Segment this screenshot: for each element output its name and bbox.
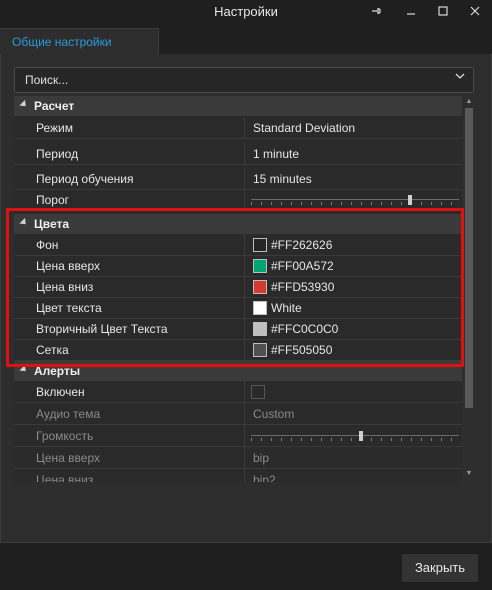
search-placeholder: Поиск... [25,73,69,87]
maximize-icon[interactable] [426,0,460,22]
property-name: Громкость [36,429,94,443]
property-name: Сетка [36,343,69,357]
property-value[interactable]: #FF00A572 [244,255,463,276]
value-text: bip [253,451,270,465]
category-calc[interactable]: Расчет [14,96,476,116]
threshold-slider[interactable] [251,195,459,205]
close-button[interactable]: Закрыть [402,554,478,582]
tab-strip: Общие настройки [0,24,492,55]
slider-ticks [251,202,459,205]
property-name: Период обучения [36,172,134,186]
close-icon[interactable] [458,0,492,22]
slider-track [251,199,459,200]
property-row-grid-color[interactable]: Сетка #FF505050 [14,339,462,361]
property-grid: Расчет Режим Standard Deviation Период 1… [14,96,476,482]
scroll-up-icon[interactable]: ▲ [465,98,473,106]
slider-ticks [251,438,459,441]
property-row-alert-price-up[interactable]: Цена вверх bip [14,447,462,469]
property-row-secondary-text-color[interactable]: Вторичный Цвет Текста #FFC0C0C0 [14,318,462,340]
property-row-price-up-color[interactable]: Цена вверх #FF00A572 [14,255,462,277]
slider-thumb[interactable] [359,431,363,441]
value-text: #FF505050 [271,343,333,357]
value-text: #FF262626 [271,238,333,252]
tab-label: Общие настройки [12,35,112,49]
property-value[interactable]: #FFD53930 [244,276,463,297]
value-text: White [271,301,302,315]
value-text: Standard Deviation [253,121,356,135]
color-swatch[interactable] [253,343,267,357]
collapse-arrow-icon[interactable] [19,99,29,110]
property-row-train-period[interactable]: Период обучения 15 minutes [14,168,462,190]
slider-track [251,435,459,436]
title-bar: Настройки [0,0,492,24]
property-name: Цвет текста [36,301,102,315]
property-name: Вторичный Цвет Текста [36,322,168,336]
property-row-period[interactable]: Период 1 minute [14,143,462,165]
vertical-scrollbar[interactable]: ▲ ▼ [462,96,476,482]
property-value[interactable]: Standard Deviation [244,117,463,138]
scrollbar-thumb[interactable] [465,108,473,408]
property-name: Порог [36,193,70,207]
color-swatch[interactable] [253,280,267,294]
property-name: Аудио тема [36,407,101,421]
color-swatch[interactable] [253,301,267,315]
property-value[interactable]: #FF262626 [244,234,463,255]
property-name: Период [36,147,79,161]
value-text: Custom [253,407,295,421]
property-name: Режим [36,121,73,135]
value-text: 15 minutes [253,172,312,186]
enabled-checkbox[interactable] [251,385,265,399]
value-text: #FFD53930 [271,280,335,294]
slider-thumb[interactable] [408,195,412,205]
property-name: Цена вниз [36,280,94,294]
property-value[interactable]: bip [244,447,463,468]
property-value[interactable] [244,425,463,446]
search-input[interactable]: Поиск... [14,67,474,93]
property-name: Цена вверх [36,451,101,465]
property-value[interactable] [244,189,463,210]
value-text: #FFC0C0C0 [271,322,339,336]
value-text: #FF00A572 [271,259,334,273]
property-row-threshold[interactable]: Порог [14,189,462,211]
pin-icon[interactable] [360,0,394,22]
property-row-enabled[interactable]: Включен [14,381,462,403]
property-row-price-down-color[interactable]: Цена вниз #FFD53930 [14,276,462,298]
property-value[interactable]: White [244,297,463,318]
minimize-icon[interactable] [394,0,428,22]
property-name: Цена вверх [36,259,101,273]
color-swatch[interactable] [253,238,267,252]
category-alerts[interactable]: Алерты [14,361,476,381]
color-swatch[interactable] [253,259,267,273]
property-value[interactable]: 1 minute [244,143,463,164]
category-label: Алерты [34,364,81,378]
property-row-alert-price-down[interactable]: Цена вниз bip2 [14,469,462,482]
chevron-down-icon[interactable] [455,71,465,81]
volume-slider[interactable] [251,431,459,441]
property-name: Цена вниз [36,473,94,482]
property-name: Включен [36,385,85,399]
category-colors[interactable]: Цвета [14,214,476,234]
category-label: Цвета [34,217,70,231]
property-value[interactable]: #FFC0C0C0 [244,318,463,339]
property-row-volume[interactable]: Громкость [14,425,462,447]
property-name: Фон [36,238,59,252]
collapse-arrow-icon[interactable] [19,364,29,375]
property-row-background-color[interactable]: Фон #FF262626 [14,234,462,256]
property-value[interactable]: Custom [244,403,463,424]
category-label: Расчет [34,99,75,113]
property-row-mode[interactable]: Режим Standard Deviation [14,117,462,139]
tab-general-settings[interactable]: Общие настройки [0,28,159,55]
property-value[interactable]: 15 minutes [244,168,463,189]
value-text: bip2 [253,473,276,482]
value-text: 1 minute [253,147,300,161]
property-row-text-color[interactable]: Цвет текста White [14,297,462,319]
property-value[interactable]: #FF505050 [244,339,463,360]
color-swatch[interactable] [253,322,267,336]
property-row-audio-theme[interactable]: Аудио тема Custom [14,403,462,425]
property-value[interactable]: bip2 [244,469,463,482]
scroll-down-icon[interactable]: ▼ [465,470,473,478]
collapse-arrow-icon[interactable] [19,217,29,228]
property-value[interactable] [244,381,463,402]
